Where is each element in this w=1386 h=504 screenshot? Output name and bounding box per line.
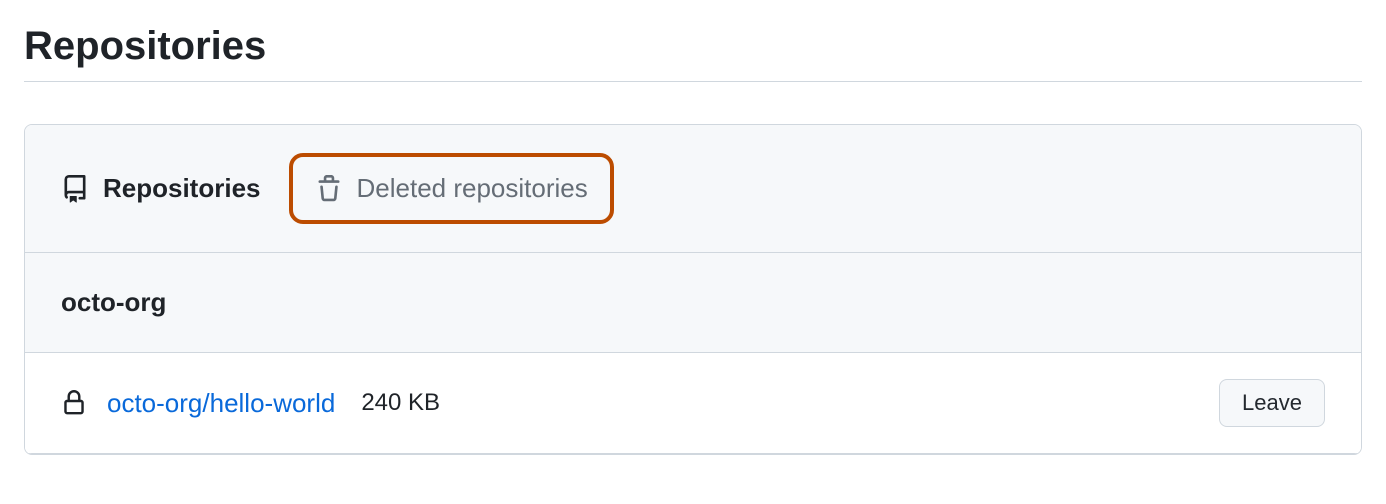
repo-row: octo-org/hello-world 240 KB Leave <box>25 353 1361 454</box>
repositories-panel: Repositories Deleted repositories octo-o… <box>24 124 1362 455</box>
lock-icon <box>61 390 87 416</box>
repo-icon <box>61 175 89 203</box>
repo-info: octo-org/hello-world 240 KB <box>61 388 1219 419</box>
tab-deleted-highlight: Deleted repositories <box>289 153 614 224</box>
tab-deleted-repositories[interactable]: Deleted repositories <box>315 173 588 204</box>
tab-deleted-label: Deleted repositories <box>357 173 588 204</box>
repo-link[interactable]: octo-org/hello-world <box>107 388 335 419</box>
page-title: Repositories <box>24 24 1362 82</box>
tab-repositories-label: Repositories <box>103 173 261 204</box>
org-section-header: octo-org <box>25 253 1361 353</box>
tab-repositories[interactable]: Repositories <box>61 173 261 204</box>
leave-button[interactable]: Leave <box>1219 379 1325 427</box>
trash-icon <box>315 175 343 203</box>
tab-bar: Repositories Deleted repositories <box>25 125 1361 253</box>
repo-size: 240 KB <box>361 389 440 417</box>
